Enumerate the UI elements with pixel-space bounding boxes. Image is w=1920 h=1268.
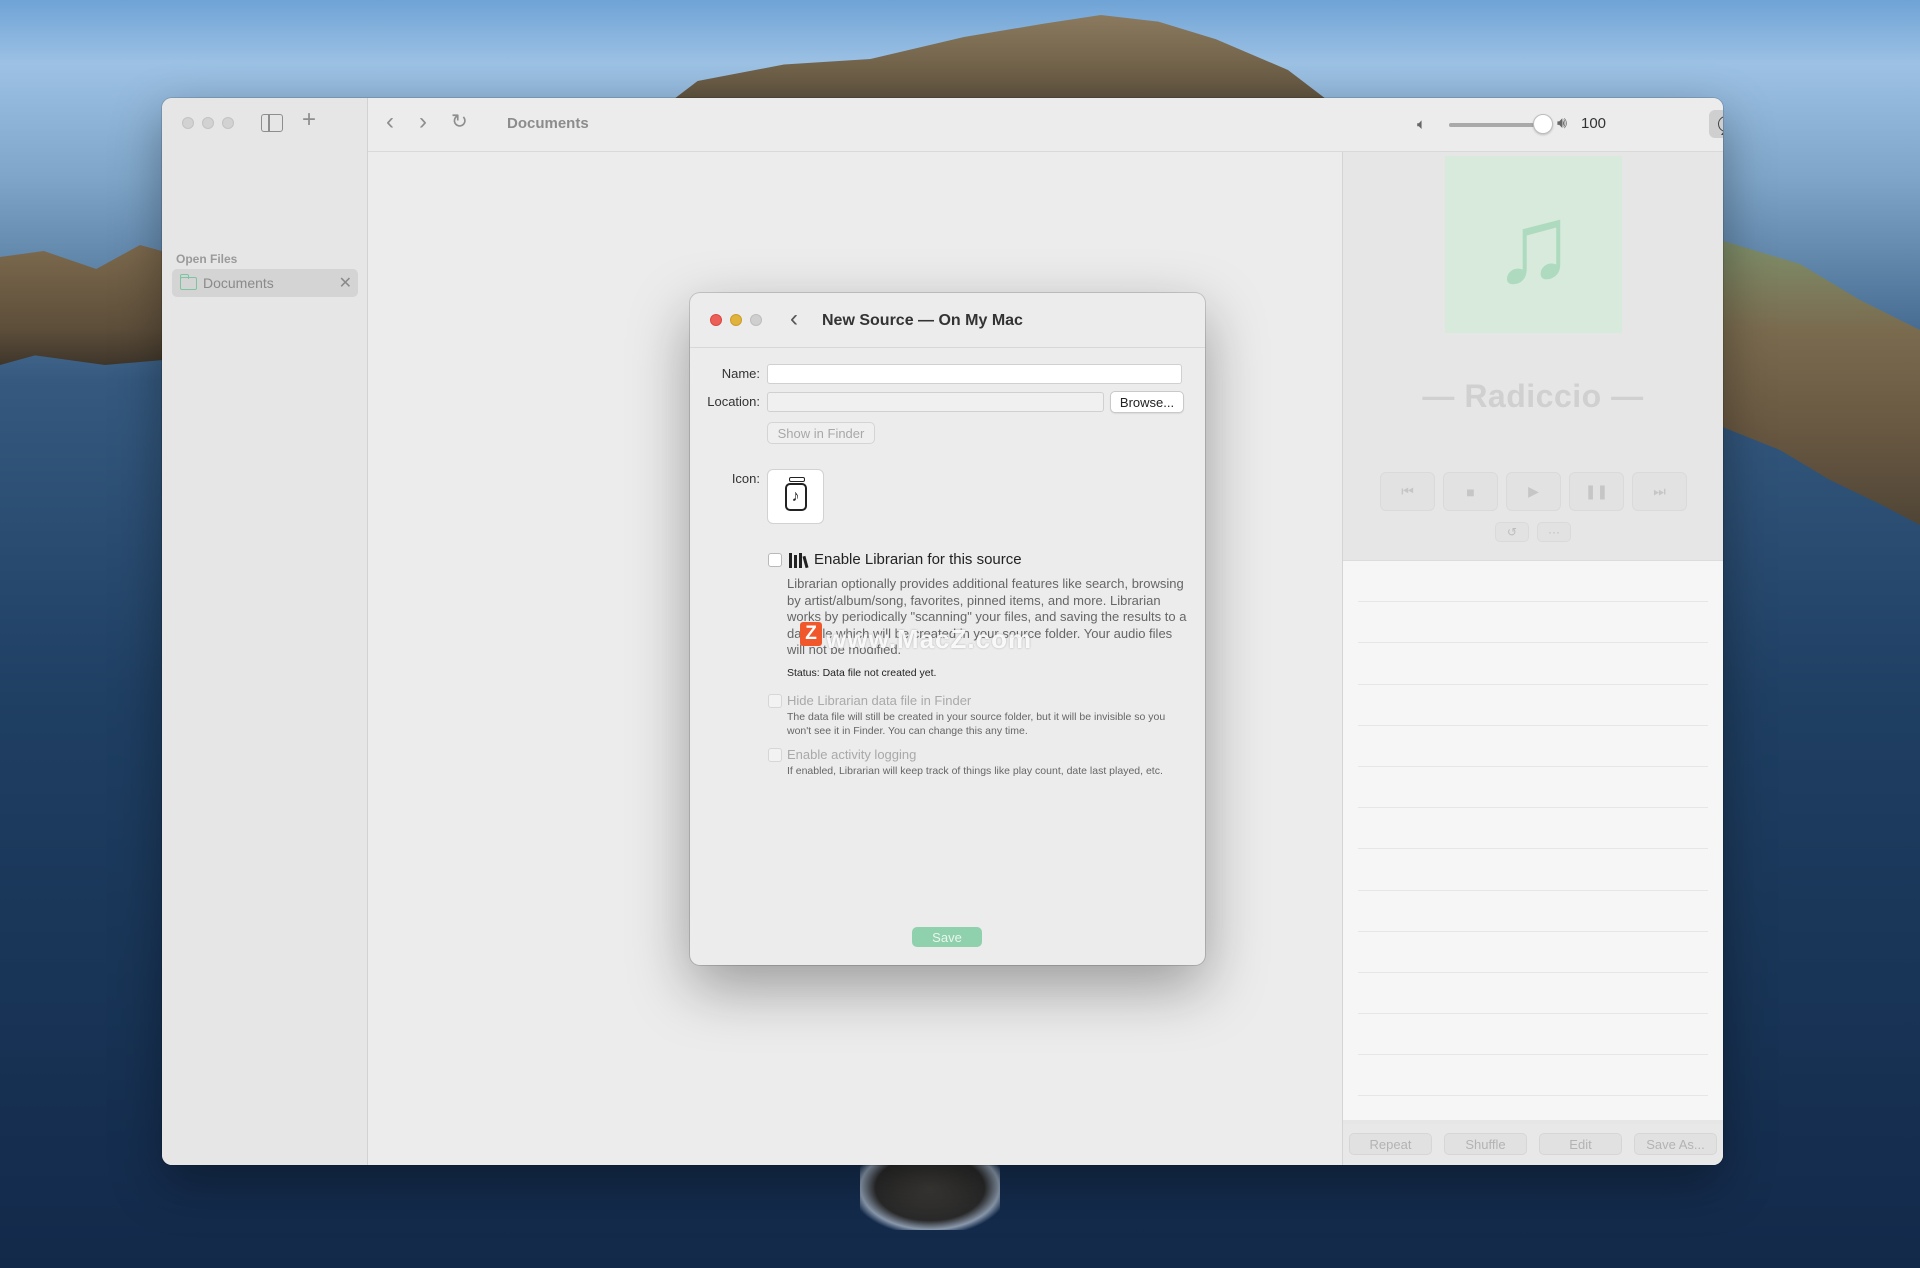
name-label: Name: [721,366,760,381]
books-icon [789,552,809,569]
browse-button[interactable]: Browse... [1110,391,1184,413]
dialog-zoom-button[interactable] [750,314,762,326]
pause-button[interactable]: ❚❚ [1569,472,1624,511]
icon-label: Icon: [731,471,760,486]
previous-icon: ⏮︎ [1401,483,1414,499]
hide-data-file-label: Hide Librarian data file in Finder [787,693,972,708]
volume-slider-knob[interactable] [1533,114,1553,134]
back-icon[interactable]: ‹ [386,110,394,134]
volume-value: 100 [1581,115,1607,132]
play-icon: ▶ [1528,483,1539,499]
name-field[interactable] [767,364,1182,384]
stop-button[interactable]: ■ [1443,472,1498,511]
close-icon[interactable]: ✕ [339,273,352,293]
airplay-button[interactable] [1709,110,1723,138]
volume-high-icon: 🔊︎ [1557,115,1568,132]
secondary-controls: ↺ ··· [1495,522,1571,542]
music-jar-icon: ♪ [784,476,807,511]
stop-icon: ■ [1466,483,1475,500]
pause-icon: ❚❚ [1584,483,1609,499]
list-item[interactable] [1358,849,1708,891]
next-button[interactable]: ⏭︎ [1632,472,1687,511]
folder-icon [180,273,197,290]
previous-button[interactable]: ⏮︎ [1380,472,1435,511]
activity-logging-checkbox[interactable] [768,748,782,762]
hide-data-file-description: The data file will still be created in y… [787,711,1166,737]
volume-slider[interactable] [1449,123,1544,127]
track-title: — Radiccio — [1422,378,1644,414]
minimize-window-button[interactable] [202,117,214,129]
list-item[interactable] [1358,602,1708,644]
replay-button[interactable]: ↺ [1495,522,1529,542]
replay-icon: ↺ [1506,525,1518,539]
desktop-cliff-right [1720,240,1920,525]
show-in-finder-button[interactable]: Show in Finder [767,422,875,444]
next-icon: ⏭︎ [1653,483,1666,499]
player-bottom-bar: Repeat Shuffle Edit Save As... [1343,1124,1723,1165]
activity-logging-description: If enabled, Librarian will keep track of… [787,765,1163,777]
track-list [1343,560,1723,1120]
librarian-status: Status: Data file not created yet. [787,667,937,679]
list-item[interactable] [1358,1055,1708,1097]
watermark: www.MacZ.com [826,624,1033,654]
volume-slider-fill [1449,123,1544,127]
page-title: Documents [507,115,589,132]
list-item[interactable] [1358,973,1708,1015]
save-as-button[interactable]: Save As... [1634,1133,1717,1155]
dialog-minimize-button[interactable] [730,314,742,326]
save-button[interactable]: Save [912,927,982,947]
enable-librarian-label: Enable Librarian for this source [814,551,1022,568]
dialog-title: New Source — On My Mac [822,312,1023,329]
reload-icon[interactable]: ↻ [451,112,468,132]
list-item[interactable] [1358,1014,1708,1056]
player-pane: ♫ — Radiccio — ⏮︎ ■ ▶ ❚❚ ⏭︎ ↺ ··· Repeat… [1342,152,1723,1165]
list-item[interactable] [1358,932,1708,973]
location-field[interactable] [767,392,1104,412]
add-icon[interactable]: + [302,108,316,132]
airplay-icon [1718,116,1723,135]
sidebar-item-label: Documents [203,275,274,291]
more-button[interactable]: ··· [1537,522,1571,542]
sidebar-item-documents[interactable]: Documents ✕ [172,269,358,297]
enable-librarian-checkbox[interactable] [768,553,782,567]
watermark-logo: Z [800,622,822,646]
desktop-cliff-left [0,245,175,365]
location-label: Location: [707,394,760,409]
close-window-button[interactable] [182,117,194,129]
volume-low-icon: 🔈︎ [1417,116,1427,133]
zoom-window-button[interactable] [222,117,234,129]
list-item[interactable] [1358,808,1708,850]
activity-logging-label: Enable activity logging [787,747,917,762]
sidebar-toggle-icon[interactable] [261,114,283,132]
list-item[interactable] [1358,726,1708,767]
shuffle-button[interactable]: Shuffle [1444,1133,1527,1155]
list-item[interactable] [1358,767,1708,809]
play-button[interactable]: ▶ [1506,472,1561,511]
list-item[interactable] [1358,643,1708,685]
list-item[interactable] [1358,561,1708,603]
dialog-window-controls [710,314,762,326]
repeat-button[interactable]: Repeat [1349,1133,1432,1155]
sidebar: + Open Files Documents ✕ [162,98,368,1165]
dialog-header: ‹ New Source — On My Mac [690,293,1205,348]
toolbar: ‹ › ↻ Documents 🔈︎ 🔊︎ 100 [368,98,1723,152]
desktop-rock [860,1160,1000,1230]
back-icon[interactable]: ‹ [790,307,798,331]
transport-controls: ⏮︎ ■ ▶ ❚❚ ⏭︎ [1380,472,1687,511]
music-note-icon: ♫ [1445,156,1622,333]
new-source-dialog: ‹ New Source — On My Mac Name: Location:… [690,293,1205,965]
source-icon-well[interactable]: ♪ [767,469,824,524]
edit-button[interactable]: Edit [1539,1133,1622,1155]
forward-icon[interactable]: › [419,110,427,134]
dialog-close-button[interactable] [710,314,722,326]
hide-data-file-checkbox[interactable] [768,694,782,708]
list-item[interactable] [1358,891,1708,932]
sidebar-section-label: Open Files [176,252,238,266]
window-controls [182,117,234,129]
more-icon: ··· [1548,525,1560,539]
list-item[interactable] [1358,685,1708,726]
